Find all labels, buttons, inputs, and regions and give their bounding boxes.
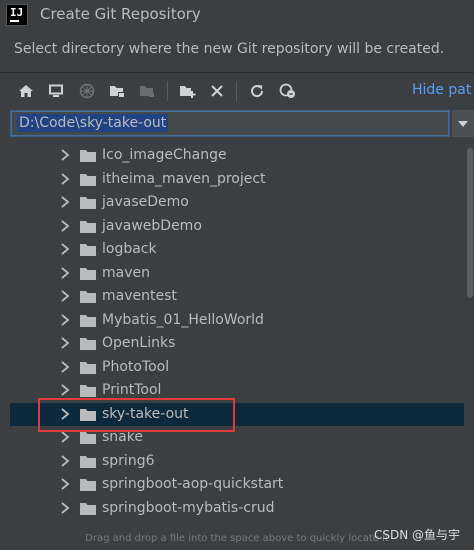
chevron-right-icon[interactable] — [60, 196, 70, 208]
path-input[interactable]: D:\Code\sky-take-out — [10, 110, 450, 137]
tree-item[interactable]: springboot-mybatis-crud — [10, 497, 464, 521]
tree-item[interactable]: PhotoTool — [10, 356, 464, 380]
dialog-title: Create Git Repository — [40, 5, 201, 23]
folder-icon — [80, 479, 96, 491]
chevron-right-icon[interactable] — [60, 290, 70, 302]
chevron-right-icon[interactable] — [60, 431, 70, 443]
tree-item-label: maventest — [102, 288, 177, 304]
folder-icon — [80, 220, 96, 233]
logo-text: IJ — [10, 6, 24, 19]
tree-item-label: OpenLinks — [102, 335, 176, 351]
home-icon[interactable] — [16, 81, 36, 101]
chevron-right-icon[interactable] — [60, 243, 70, 255]
tree-item[interactable]: maven — [10, 262, 464, 286]
chevron-right-icon[interactable] — [60, 266, 70, 279]
title-bar: IJ Create Git Repository — [0, 0, 474, 34]
chevron-right-icon[interactable] — [60, 337, 70, 349]
delete-icon[interactable] — [207, 81, 227, 101]
tree-item[interactable]: itheima_maven_project — [10, 168, 464, 192]
tree-item-label: PrintTool — [102, 382, 162, 398]
folder-icon — [80, 244, 96, 256]
toolbar-separator — [236, 81, 237, 101]
tree-item-label: logback — [102, 241, 157, 257]
chevron-right-icon[interactable] — [60, 149, 70, 161]
folder-icon — [80, 361, 96, 374]
tree-item[interactable]: Mybatis_01_HelloWorld — [10, 309, 464, 333]
tree-item[interactable]: OpenLinks — [10, 332, 464, 356]
tree-item-label: javaseDemo — [102, 194, 189, 210]
tree-scrollbar[interactable] — [466, 140, 474, 532]
tree-item-label: springboot-aop-quickstart — [102, 476, 284, 492]
folder-icon — [80, 291, 96, 303]
tree-item-label: maven — [102, 264, 150, 281]
link-icon[interactable] — [278, 81, 298, 101]
file-chooser-toolbar: Hide pat — [0, 72, 474, 110]
path-history-dropdown[interactable] — [452, 110, 474, 137]
project-folder-icon[interactable] — [107, 81, 127, 101]
path-field-row: D:\Code\sky-take-out — [10, 110, 474, 137]
directory-tree[interactable]: Ico_imageChange itheima_maven_projectjava… — [10, 140, 464, 532]
tree-item-label: spring6 — [102, 452, 155, 469]
tree-item[interactable]: spring6 — [10, 450, 464, 474]
chevron-right-icon[interactable] — [60, 172, 70, 185]
new-folder-icon[interactable] — [177, 81, 197, 101]
chevron-right-icon[interactable] — [60, 360, 70, 373]
folder-icon — [80, 502, 96, 515]
intellij-logo-icon: IJ — [6, 4, 28, 26]
folder-icon — [80, 338, 96, 350]
tree-item-label: springboot-mybatis-crud — [102, 499, 275, 516]
tree-item[interactable]: maventest — [10, 285, 464, 309]
tree-item-label: javawebDemo — [102, 217, 202, 234]
folder-icon — [80, 197, 96, 209]
refresh-icon[interactable] — [247, 81, 267, 101]
tree-item[interactable]: Ico_imageChange — [10, 144, 464, 168]
folder-icon — [80, 150, 96, 162]
folder-icon — [80, 267, 96, 280]
folder-icon — [80, 455, 96, 468]
toolbar-separator — [167, 81, 168, 101]
csdn-watermark: CSDN @鱼与宇 — [373, 528, 460, 542]
tree-item-label: Mybatis_01_HelloWorld — [102, 311, 264, 328]
hide-path-link[interactable]: Hide pat — [412, 82, 471, 98]
library-icon[interactable] — [137, 81, 157, 101]
tree-item[interactable]: javawebDemo — [10, 215, 464, 239]
tree-item[interactable]: javaseDemo — [10, 191, 464, 215]
module-icon[interactable] — [77, 81, 97, 101]
tree-item-label: PhotoTool — [102, 358, 170, 375]
tree-item[interactable]: logback — [10, 238, 464, 262]
tree-item-label: Ico_imageChange — [102, 147, 227, 163]
chevron-down-icon — [458, 120, 468, 127]
dialog-description: Select directory where the new Git repos… — [14, 41, 445, 57]
desktop-icon[interactable] — [46, 81, 66, 101]
folder-icon — [80, 432, 96, 444]
chevron-right-icon[interactable] — [60, 454, 70, 467]
path-value: D:\Code\sky-take-out — [17, 114, 169, 132]
chevron-right-icon[interactable] — [60, 501, 70, 514]
scrollbar-thumb[interactable] — [467, 148, 473, 298]
chevron-right-icon[interactable] — [60, 384, 70, 396]
chevron-right-icon[interactable] — [60, 219, 70, 232]
chevron-right-icon[interactable] — [60, 313, 70, 326]
folder-icon — [80, 385, 96, 397]
chevron-right-icon[interactable] — [60, 478, 70, 490]
folder-icon — [80, 314, 96, 327]
red-annotation-box — [38, 398, 235, 432]
tree-item-label: itheima_maven_project — [102, 170, 266, 187]
folder-icon — [80, 173, 96, 186]
tree-item[interactable]: springboot-aop-quickstart — [10, 473, 464, 497]
